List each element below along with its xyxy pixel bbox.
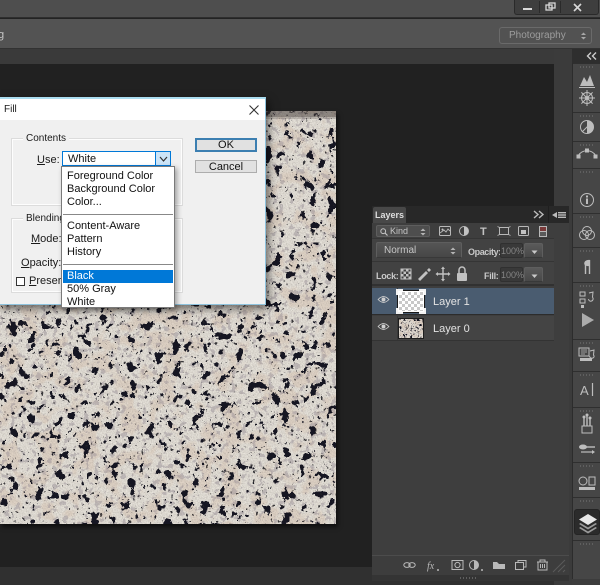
svg-text:fx: fx xyxy=(427,561,435,572)
svg-text:T: T xyxy=(480,226,487,237)
svg-text:A: A xyxy=(580,383,589,398)
